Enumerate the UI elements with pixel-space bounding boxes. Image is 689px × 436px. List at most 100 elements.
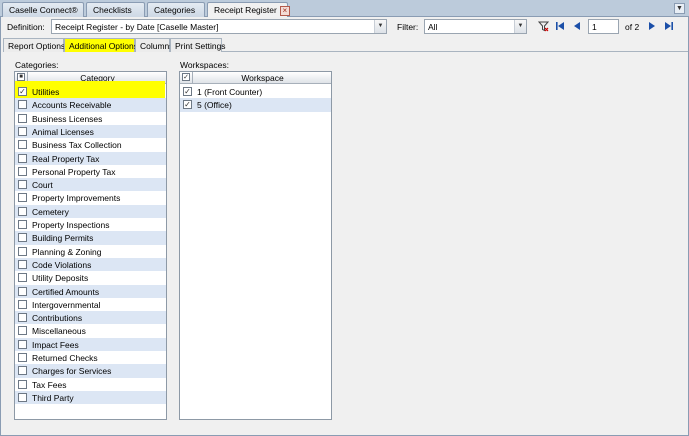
list-item[interactable]: Personal Property Tax — [15, 165, 166, 178]
row-label: Accounts Receivable — [32, 100, 112, 111]
select-all-checkbox[interactable]: ■ — [17, 73, 25, 81]
list-item[interactable]: Impact Fees — [15, 337, 166, 351]
list-item[interactable]: Business Tax Collection — [15, 138, 166, 151]
page-number-value: 1 — [592, 22, 597, 32]
tab-label: Checklists — [93, 5, 132, 15]
chevron-down-icon[interactable]: ▼ — [514, 20, 526, 33]
tab-print-settings[interactable]: Print Settings — [170, 38, 226, 52]
list-item[interactable]: ✓ Utilities — [15, 81, 166, 101]
row-checkbox[interactable] — [18, 273, 27, 283]
list-item[interactable]: Intergovernmental — [15, 298, 166, 311]
tab-additional-options[interactable]: Additional Options — [64, 38, 138, 52]
row-checkbox[interactable] — [18, 180, 27, 190]
row-label: Intergovernmental — [32, 299, 101, 310]
select-all-checkbox[interactable]: ✓ — [182, 73, 190, 81]
row-checkbox[interactable] — [18, 392, 27, 402]
list-item[interactable]: Accounts Receivable — [15, 98, 166, 112]
row-label: 5 (Office) — [197, 100, 232, 111]
row-checkbox[interactable] — [18, 246, 27, 256]
list-item[interactable]: Animal Licenses — [15, 124, 166, 139]
list-item[interactable]: Code Violations — [15, 257, 166, 272]
tab-list-menu-icon[interactable]: ▼ — [674, 3, 685, 14]
row-checkbox[interactable] — [18, 113, 27, 123]
row-label: 1 (Front Counter) — [197, 87, 263, 97]
tab-label: Receipt Register — [214, 5, 277, 15]
tab-categories[interactable]: Categories — [147, 2, 205, 17]
list-item[interactable]: Certified Amounts — [15, 284, 166, 298]
row-label: Business Tax Collection — [32, 140, 122, 151]
row-checkbox[interactable]: ✓ — [18, 87, 27, 96]
row-checkbox[interactable] — [18, 153, 27, 163]
list-item[interactable]: Property Inspections — [15, 218, 166, 231]
list-item[interactable]: Charges for Services — [15, 364, 166, 378]
workspace-column-header[interactable]: Workspace — [194, 73, 331, 83]
list-item[interactable]: Court — [15, 178, 166, 192]
first-page-icon[interactable] — [554, 21, 566, 33]
row-label: Animal Licenses — [32, 126, 94, 137]
list-item[interactable]: Real Property Tax — [15, 151, 166, 165]
row-checkbox[interactable] — [18, 353, 27, 362]
row-checkbox[interactable] — [18, 126, 27, 136]
list-item[interactable]: Utility Deposits — [15, 271, 166, 284]
tab-label: Additional Options — [69, 41, 138, 51]
list-item[interactable]: Third Party — [15, 390, 166, 405]
list-item[interactable]: ✓ 1 (Front Counter) — [180, 85, 331, 98]
select-all-workspaces[interactable]: ✓ — [180, 72, 193, 84]
next-page-icon[interactable] — [646, 21, 658, 33]
tab-label: Columns — [140, 41, 174, 51]
row-label: Planning & Zoning — [32, 246, 102, 257]
row-checkbox[interactable] — [18, 100, 27, 110]
row-label: Building Permits — [32, 233, 94, 244]
row-label: Miscellaneous — [32, 326, 86, 337]
list-item[interactable]: Returned Checks — [15, 351, 166, 364]
list-item[interactable]: ✓ 5 (Office) — [180, 98, 331, 112]
row-checkbox[interactable] — [18, 379, 27, 389]
list-item[interactable]: Tax Fees — [15, 378, 166, 391]
document-tab-bar: Caselle Connect® Checklists Categories R… — [0, 0, 689, 18]
list-item[interactable]: Contributions — [15, 311, 166, 325]
row-checkbox[interactable] — [18, 206, 27, 216]
tab-receipt-register[interactable]: Receipt Register × — [207, 2, 290, 18]
filter-value: All — [428, 22, 438, 32]
row-checkbox[interactable] — [18, 193, 27, 203]
row-checkbox[interactable]: ✓ — [183, 87, 192, 96]
definition-value: Receipt Register - by Date [Caselle Mast… — [55, 22, 219, 32]
row-checkbox[interactable] — [18, 166, 27, 176]
row-checkbox[interactable] — [18, 339, 27, 349]
row-checkbox[interactable] — [18, 259, 27, 269]
row-label: Tax Fees — [32, 379, 67, 390]
row-label: Personal Property Tax — [32, 166, 116, 177]
list-item[interactable]: Building Permits — [15, 231, 166, 245]
row-label: Contributions — [32, 313, 83, 324]
list-item[interactable]: Cemetery — [15, 204, 166, 218]
chevron-down-icon[interactable]: ▼ — [374, 20, 386, 33]
row-checkbox[interactable] — [18, 140, 27, 150]
list-item[interactable]: Planning & Zoning — [15, 245, 166, 258]
row-checkbox[interactable]: ✓ — [183, 100, 192, 110]
filter-select[interactable]: All ▼ — [424, 19, 527, 34]
row-checkbox[interactable] — [18, 299, 27, 309]
close-icon[interactable]: × — [279, 5, 290, 16]
row-checkbox[interactable] — [18, 313, 27, 323]
workspaces-header: ✓ Workspace — [180, 72, 331, 84]
last-page-icon[interactable] — [663, 21, 675, 33]
row-label: Impact Fees — [32, 339, 79, 350]
tab-report-options[interactable]: Report Options — [3, 38, 65, 52]
row-checkbox[interactable] — [18, 286, 27, 296]
tab-checklists[interactable]: Checklists — [86, 2, 145, 17]
previous-page-icon[interactable] — [571, 21, 583, 33]
tab-caselle-connect[interactable]: Caselle Connect® — [2, 2, 84, 17]
page-number-input[interactable]: 1 — [588, 19, 619, 34]
row-checkbox[interactable] — [18, 220, 27, 229]
list-item[interactable]: Property Improvements — [15, 191, 166, 204]
list-item[interactable]: Business Licenses — [15, 112, 166, 125]
row-checkbox[interactable] — [18, 366, 27, 376]
definition-toolbar: Definition: Receipt Register - by Date [… — [1, 17, 688, 37]
list-item[interactable]: Miscellaneous — [15, 324, 166, 337]
clear-filter-icon[interactable] — [537, 21, 549, 33]
tab-columns[interactable]: Columns — [135, 38, 174, 52]
row-label: Utilities — [32, 87, 60, 97]
row-checkbox[interactable] — [18, 326, 27, 336]
row-checkbox[interactable] — [18, 233, 27, 243]
definition-select[interactable]: Receipt Register - by Date [Caselle Mast… — [51, 19, 387, 34]
